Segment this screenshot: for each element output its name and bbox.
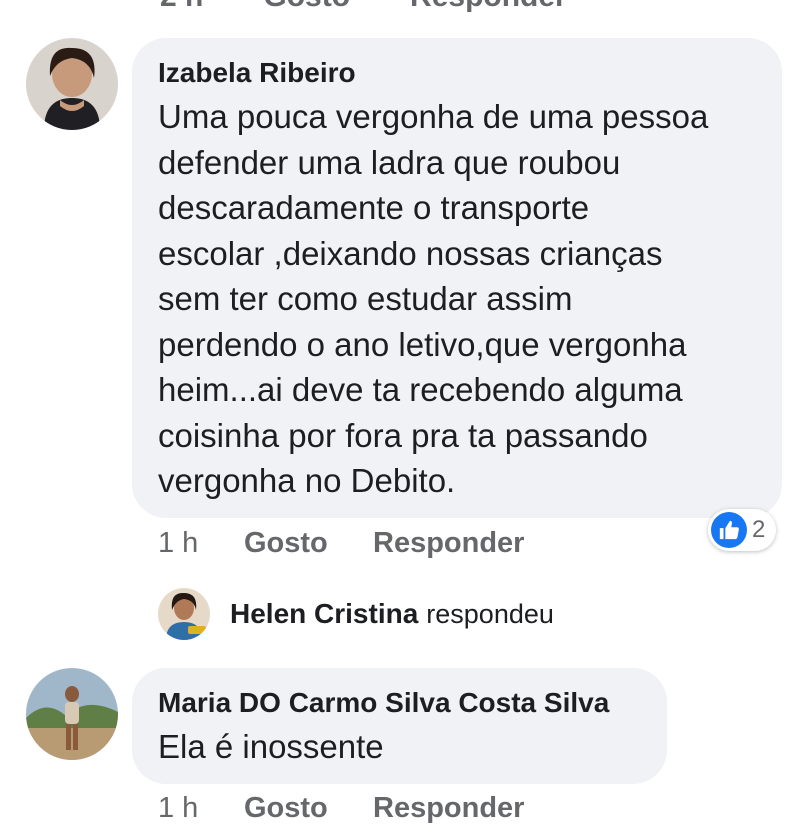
reply-button[interactable]: Responder	[373, 792, 524, 825]
comment-time: 2 h	[160, 0, 203, 13]
reply-button[interactable]: Responder	[410, 0, 567, 13]
thumbs-up-icon	[711, 512, 747, 548]
like-button[interactable]: Gosto	[263, 0, 350, 13]
avatar[interactable]	[26, 668, 118, 760]
comment-author[interactable]: Izabela Ribeiro	[158, 56, 756, 90]
comment-time: 1 h	[158, 526, 199, 559]
like-button[interactable]: Gosto	[244, 792, 373, 825]
reaction-count: 2	[752, 516, 766, 543]
avatar	[158, 588, 210, 640]
comment-actions: 1 h Gosto Responder	[158, 788, 524, 828]
reply-author: Helen Cristina	[230, 598, 419, 629]
comment-author[interactable]: Maria DO Carmo Silva Costa Silva	[158, 686, 641, 720]
reply-button[interactable]: Responder	[373, 527, 524, 560]
comment-text: Ela é inossente	[158, 728, 384, 765]
reply-verb: respondeu	[426, 598, 554, 629]
comment-bubble: Izabela Ribeiro Uma pouca vergonha de um…	[132, 38, 782, 518]
comment-text: Uma pouca vergonha de uma pessoa defende…	[158, 98, 709, 499]
view-replies-link[interactable]: Helen Cristina respondeu	[158, 588, 554, 640]
previous-comment-actions: 2 h Gosto Responder	[160, 0, 567, 13]
comment-bubble: Maria DO Carmo Silva Costa Silva Ela é i…	[132, 668, 667, 784]
comment-time: 1 h	[158, 791, 199, 824]
comment-actions: 1 h Gosto Responder	[158, 523, 524, 563]
avatar[interactable]	[26, 38, 118, 130]
like-button[interactable]: Gosto	[244, 527, 373, 560]
reaction-summary[interactable]: 2	[708, 509, 776, 551]
